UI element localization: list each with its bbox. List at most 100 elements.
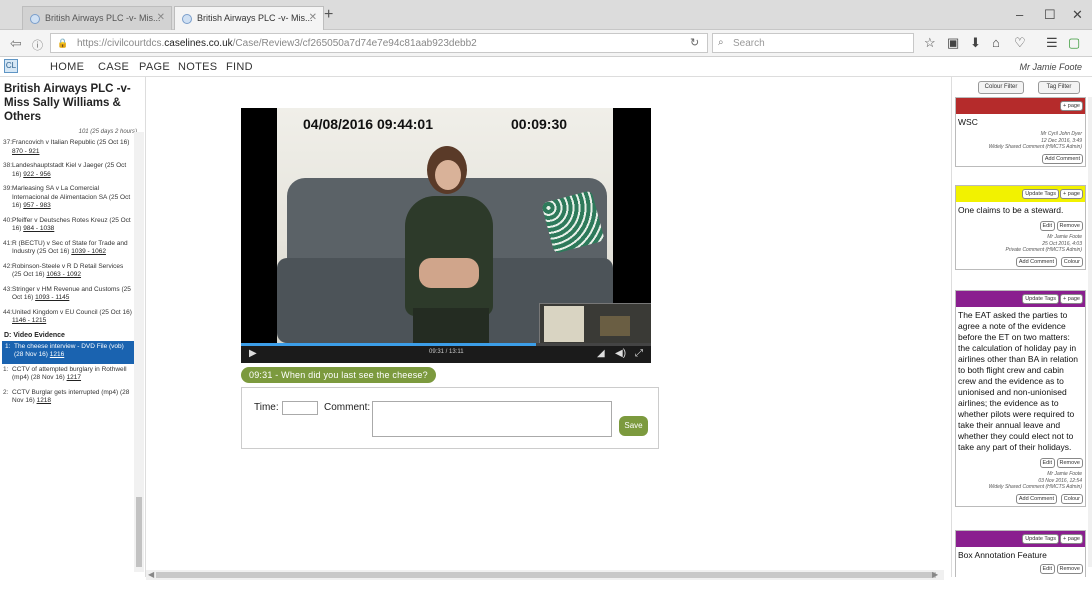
video-progress-bar[interactable]: [241, 343, 651, 346]
download-icon[interactable]: ⬇: [970, 35, 981, 51]
document-item[interactable]: 42: Robinson-Steele v R D Retail Services…: [0, 261, 136, 284]
close-window-button[interactable]: ✕: [1072, 7, 1083, 23]
edit-button[interactable]: Edit: [1039, 221, 1055, 231]
minimize-button[interactable]: –: [1016, 7, 1023, 22]
clipboard-icon[interactable]: ▣: [947, 35, 959, 51]
transcript-line[interactable]: 09:31 - When did you last see the cheese…: [241, 367, 436, 383]
section-heading[interactable]: D: Video Evidence: [0, 330, 136, 341]
info-icon[interactable]: ⓘ: [32, 37, 43, 53]
search-input[interactable]: ⌕ Search: [712, 33, 914, 53]
add-comment-button[interactable]: Add Comment: [1015, 256, 1057, 267]
left-scrollbar[interactable]: [134, 132, 144, 572]
update-tags-button[interactable]: Update Tags: [1022, 534, 1059, 544]
maximize-button[interactable]: ☐: [1044, 7, 1056, 23]
update-tags-button[interactable]: Update Tags: [1022, 189, 1059, 199]
page-link-button[interactable]: + page: [1060, 101, 1083, 111]
annotation-colour-bar: + page: [956, 98, 1085, 114]
document-item[interactable]: 39: Marleasing SA v La Comercial Internac…: [0, 183, 136, 215]
menu-home[interactable]: HOME: [50, 61, 84, 73]
bookmark-star-icon[interactable]: ☆: [924, 35, 936, 51]
browser-tab[interactable]: British Airways PLC -v- Mis... ✕: [22, 6, 172, 30]
fullscreen-icon[interactable]: ⤢: [635, 348, 643, 359]
caselines-logo[interactable]: CL: [4, 59, 18, 73]
right-scrollbar[interactable]: [1088, 97, 1092, 567]
page-link[interactable]: 1093 - 1145: [35, 294, 69, 301]
extension-icon[interactable]: ▢: [1068, 35, 1080, 51]
item-text: CCTV Burglar gets interrupted (mp4) (28 …: [12, 388, 130, 405]
time-input[interactable]: [282, 401, 318, 415]
pocket-icon[interactable]: ♡: [1014, 35, 1026, 51]
document-item-selected[interactable]: 1: The cheese interview - DVD File (vob) …: [2, 340, 134, 364]
menu-page[interactable]: PAGE: [139, 61, 170, 73]
page-link-button[interactable]: + page: [1060, 294, 1083, 304]
video-scene: [419, 258, 479, 288]
colour-button[interactable]: Colour: [1060, 256, 1083, 267]
signal-icon[interactable]: ◢: [597, 348, 605, 359]
page-link[interactable]: 1039 - 1062: [71, 248, 106, 255]
play-icon[interactable]: ▶: [249, 348, 257, 359]
back-arrow-icon[interactable]: ⇦: [10, 35, 22, 52]
document-item[interactable]: 2: CCTV Burglar gets interrupted (mp4) (2…: [0, 387, 136, 410]
remove-button[interactable]: Remove: [1056, 458, 1083, 468]
item-number: 44:: [3, 308, 13, 316]
add-comment-button[interactable]: Add Comment: [1041, 153, 1083, 164]
document-item[interactable]: 40: Pfeiffer v Deutsches Rotes Kreuz (25 …: [0, 215, 136, 238]
scrollbar-thumb[interactable]: [156, 572, 936, 578]
tab-label: British Airways PLC -v- Mis...: [45, 13, 161, 23]
scroll-left-icon[interactable]: ◀: [148, 570, 154, 579]
colour-button[interactable]: Colour: [1060, 493, 1083, 504]
document-item[interactable]: 1: CCTV of attempted burglary in Rothwell…: [0, 364, 136, 387]
update-tags-button[interactable]: Update Tags: [1022, 294, 1059, 304]
item-number: 42:: [3, 262, 13, 270]
time-label: Time:: [254, 402, 279, 413]
tag-filter-button[interactable]: Tag Filter: [1038, 81, 1080, 94]
menu-case[interactable]: CASE: [98, 61, 129, 73]
search-placeholder: Search: [733, 38, 765, 49]
tab-close-icon[interactable]: ✕: [309, 12, 317, 23]
edit-button[interactable]: Edit: [1039, 458, 1055, 468]
page-link-button[interactable]: + page: [1060, 534, 1083, 544]
reload-icon[interactable]: ↻: [690, 36, 699, 49]
page-link[interactable]: 1146 - 1215: [12, 317, 46, 324]
remove-button[interactable]: Remove: [1056, 564, 1083, 574]
colour-filter-button[interactable]: Colour Filter: [978, 81, 1024, 94]
menu-icon[interactable]: ☰: [1046, 35, 1058, 51]
document-item[interactable]: 41: R (BECTU) v Sec of State for Trade an…: [0, 238, 136, 261]
document-item[interactable]: 38: Landeshauptstadt Kiel v Jaeger (25 Oc…: [0, 160, 136, 183]
remove-button[interactable]: Remove: [1056, 221, 1083, 231]
add-comment-button[interactable]: Add Comment: [1015, 493, 1057, 504]
home-icon[interactable]: ⌂: [992, 35, 1000, 50]
edit-button[interactable]: Edit: [1039, 564, 1055, 574]
page-link[interactable]: 1217: [67, 374, 81, 381]
card-actions: Add Comment Colour: [956, 254, 1085, 269]
page-link[interactable]: 1218: [37, 397, 51, 404]
bundle-index-panel: British Airways PLC -v- Miss Sally Willi…: [0, 77, 146, 577]
menu-notes[interactable]: NOTES: [178, 61, 217, 73]
document-item[interactable]: 43: Stringer v HM Revenue and Customs (25…: [0, 284, 136, 307]
menu-find[interactable]: FIND: [226, 61, 253, 73]
page-link-button[interactable]: + page: [1060, 189, 1083, 199]
page-link[interactable]: 1216: [50, 351, 64, 358]
document-item[interactable]: 44: United Kingdom v EU Council (25 Oct 1…: [0, 307, 136, 330]
scrollbar-thumb[interactable]: [136, 497, 142, 567]
item-number: 39:: [3, 185, 13, 192]
video-player[interactable]: 04/08/2016 09:44:01 00:09:30 ▶ 09:31 / 1…: [241, 108, 651, 363]
card-actions: Add Comment Colour: [956, 491, 1085, 506]
user-name[interactable]: Mr Jamie Foote: [1019, 62, 1082, 72]
page-link[interactable]: 1063 - 1092: [46, 271, 81, 278]
new-tab-button[interactable]: +: [324, 6, 333, 24]
volume-icon[interactable]: ◀): [615, 348, 626, 359]
address-bar[interactable]: 🔒 https://civilcourtdcs.caselines.co.uk/…: [50, 33, 708, 53]
browser-tab-active[interactable]: British Airways PLC -v- Mis... ✕: [174, 6, 324, 30]
page-link[interactable]: 984 - 1038: [23, 225, 54, 232]
page-link[interactable]: 870 - 921: [12, 148, 39, 155]
save-button[interactable]: Save: [619, 416, 648, 436]
horizontal-scrollbar[interactable]: [146, 570, 944, 580]
comment-input[interactable]: [372, 401, 612, 437]
page-link[interactable]: 957 - 983: [23, 202, 50, 209]
scroll-right-icon[interactable]: ▶: [932, 570, 938, 579]
document-item[interactable]: 37: Francovich v Italian Republic (25 Oct…: [0, 137, 136, 160]
tab-close-icon[interactable]: ✕: [157, 12, 165, 23]
comment-label: Comment:: [324, 402, 371, 413]
page-link[interactable]: 922 - 956: [23, 171, 50, 178]
